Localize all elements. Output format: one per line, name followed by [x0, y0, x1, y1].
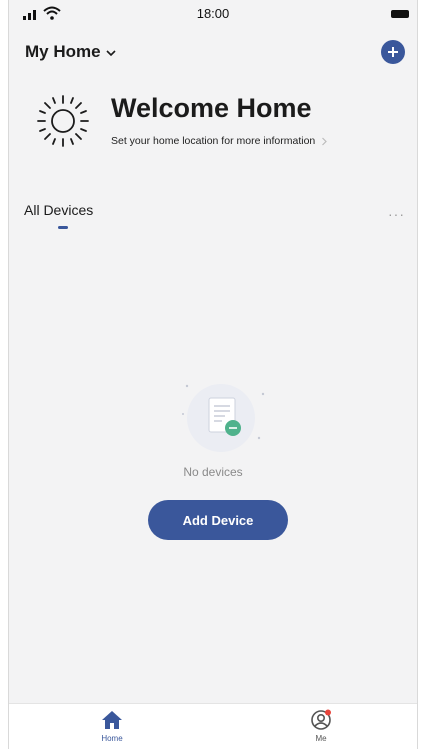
nav-home[interactable]: Home: [82, 709, 142, 743]
empty-state-text: No devices: [183, 465, 243, 479]
app-screen: 18:00 My Home Welcome Home Set your home…: [8, 0, 418, 749]
location-hint: Set your home location for more informat…: [111, 135, 316, 147]
status-time: 18:00: [196, 6, 230, 21]
profile-icon: [311, 709, 331, 730]
add-device-button[interactable]: Add Device: [148, 500, 288, 540]
plus-icon: [388, 47, 398, 57]
active-tab-indicator: [58, 226, 68, 229]
chevron-right-icon: [322, 137, 328, 145]
nav-me-label: Me: [315, 734, 327, 743]
home-selector[interactable]: My Home: [25, 42, 117, 62]
empty-devices-illustration: [182, 384, 265, 452]
tab-all-devices[interactable]: All Devices: [24, 202, 93, 218]
bottom-navigation: Home Me: [9, 703, 417, 749]
more-options-icon[interactable]: ···: [388, 206, 405, 222]
home-name: My Home: [25, 42, 101, 61]
chevron-down-icon: [106, 50, 116, 57]
nav-me[interactable]: Me: [291, 709, 351, 743]
sun-weather-icon: [37, 95, 89, 147]
status-bar: 18:00: [9, 0, 417, 26]
battery-icon: [391, 10, 409, 18]
nav-home-label: Home: [101, 734, 123, 743]
add-button[interactable]: [381, 40, 405, 64]
set-location-link[interactable]: Set your home location for more informat…: [111, 135, 328, 147]
home-icon: [102, 711, 122, 729]
welcome-title: Welcome Home: [111, 93, 312, 123]
notification-badge: [325, 709, 331, 716]
